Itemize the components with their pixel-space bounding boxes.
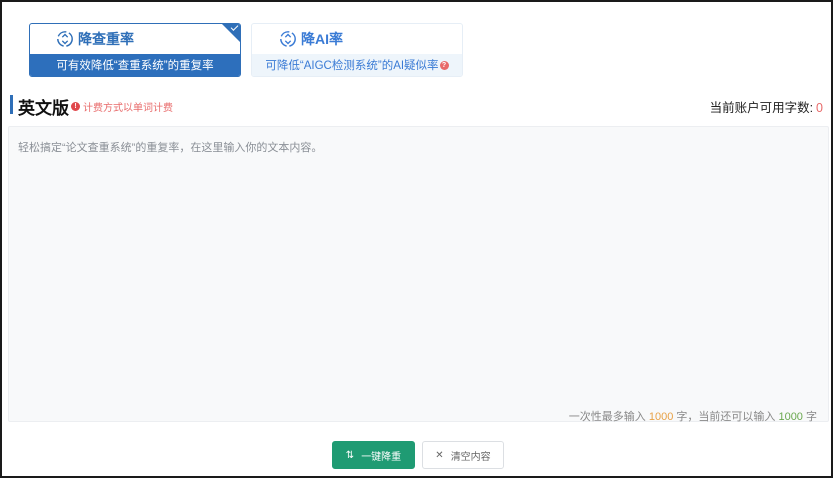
reduce-button-label: 一键降重 xyxy=(361,451,402,463)
text-input-container xyxy=(8,126,829,422)
tab-title: 降查重率 xyxy=(78,31,134,47)
tab-header: 降查重率 xyxy=(30,24,240,54)
tab-subtitle-row: 可降低“AIGC检测系统”的AI疑似率 ? xyxy=(252,54,462,76)
tab-subtitle: 可降低“AIGC检测系统”的AI疑似率 xyxy=(265,60,439,72)
help-icon[interactable]: ? xyxy=(439,60,449,70)
recycle-icon xyxy=(280,31,296,47)
limit-prefix: 一次性最多输入 xyxy=(568,411,646,423)
quota-value: 0 xyxy=(816,101,823,115)
tab-reduce-ai[interactable]: 降AI率 可降低“AIGC检测系统”的AI疑似率 ? xyxy=(251,23,463,77)
alert-icon: ! xyxy=(71,102,80,111)
tab-header: 降AI率 xyxy=(252,24,462,54)
section-title: 英文版 xyxy=(18,99,69,118)
char-limit-note: 一次性最多输入 1000 字，当前还可以输入 1000 字 xyxy=(569,408,817,424)
close-icon: ✕ xyxy=(435,449,444,461)
billing-note: ! 计费方式以单词计费 xyxy=(71,99,173,114)
limit-suffix: 字 xyxy=(806,411,817,423)
limit-mid: 字，当前还可以输入 xyxy=(676,411,776,423)
quota-display: 当前账户可用字数: 0 xyxy=(710,97,823,116)
clear-button[interactable]: ✕ 清空内容 xyxy=(422,441,504,469)
reduce-button[interactable]: ⇅ 一键降重 xyxy=(332,441,415,469)
tab-subtitle: 可有效降低“查重系统”的重复率 xyxy=(30,54,240,76)
sort-icon: ⇅ xyxy=(345,449,355,461)
billing-note-text: 计费方式以单词计费 xyxy=(83,103,173,114)
limit-max: 1000 xyxy=(648,411,674,423)
recycle-icon xyxy=(57,31,73,47)
section-accent-bar xyxy=(10,95,13,114)
quota-label: 当前账户可用字数: xyxy=(709,101,814,115)
app-frame: 降查重率 可有效降低“查重系统”的重复率 降AI率 可降低“AIGC检测系统”的… xyxy=(0,0,833,478)
limit-remaining: 1000 xyxy=(778,411,803,423)
clear-button-label: 清空内容 xyxy=(450,451,491,463)
tab-title: 降AI率 xyxy=(301,31,343,47)
text-input[interactable] xyxy=(9,127,828,421)
tab-reduce-duplicate[interactable]: 降查重率 可有效降低“查重系统”的重复率 xyxy=(29,23,241,77)
